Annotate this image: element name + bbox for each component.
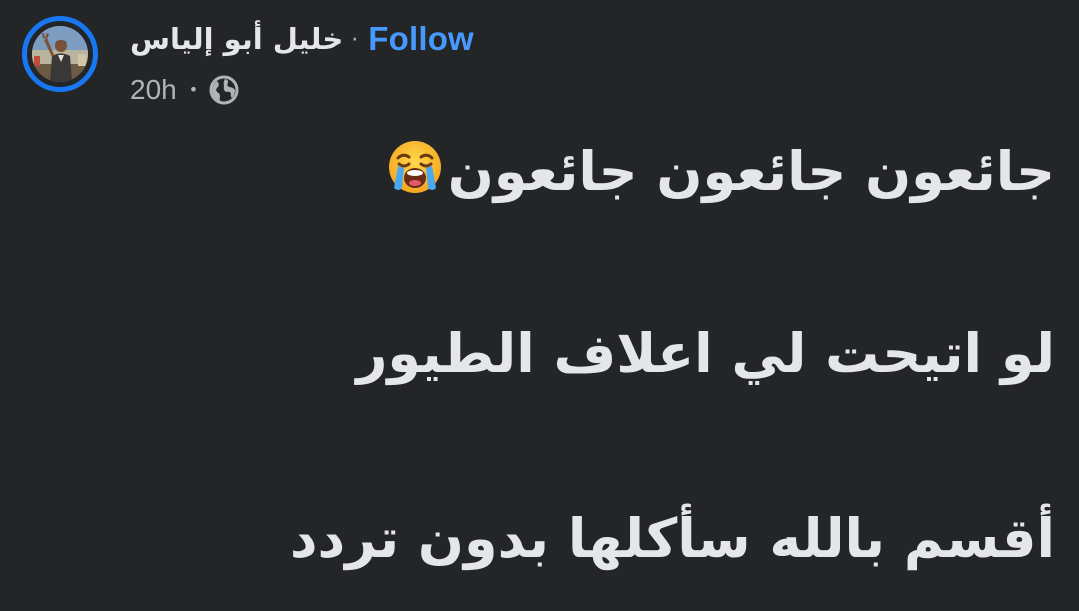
post-line: أقسم بالله سأكلها بدون تردد [289,507,1055,570]
avatar[interactable] [22,16,98,92]
separator-dot: · [351,27,359,53]
globe-icon[interactable] [208,74,240,106]
follow-button[interactable]: Follow [368,20,474,58]
post-line: لو اتيحت لي اعلاف الطيور [356,322,1055,385]
post-meta: 20h • [130,72,240,108]
author-name[interactable]: خليل أبو إلياس [130,22,343,56]
meta-separator: • [188,79,199,99]
post-line-text: جائعون جائعون جائعون [447,140,1055,203]
post-line: جائعون جائعون جائعون [386,138,1055,203]
author-row: خليل أبو إلياس · Follow [130,19,474,59]
post-timestamp[interactable]: 20h [130,74,177,106]
post-header: خليل أبو إلياس · Follow 20h • [22,16,1062,106]
loudly-crying-face-emoji-icon [386,138,444,196]
profile-photo [32,26,88,82]
